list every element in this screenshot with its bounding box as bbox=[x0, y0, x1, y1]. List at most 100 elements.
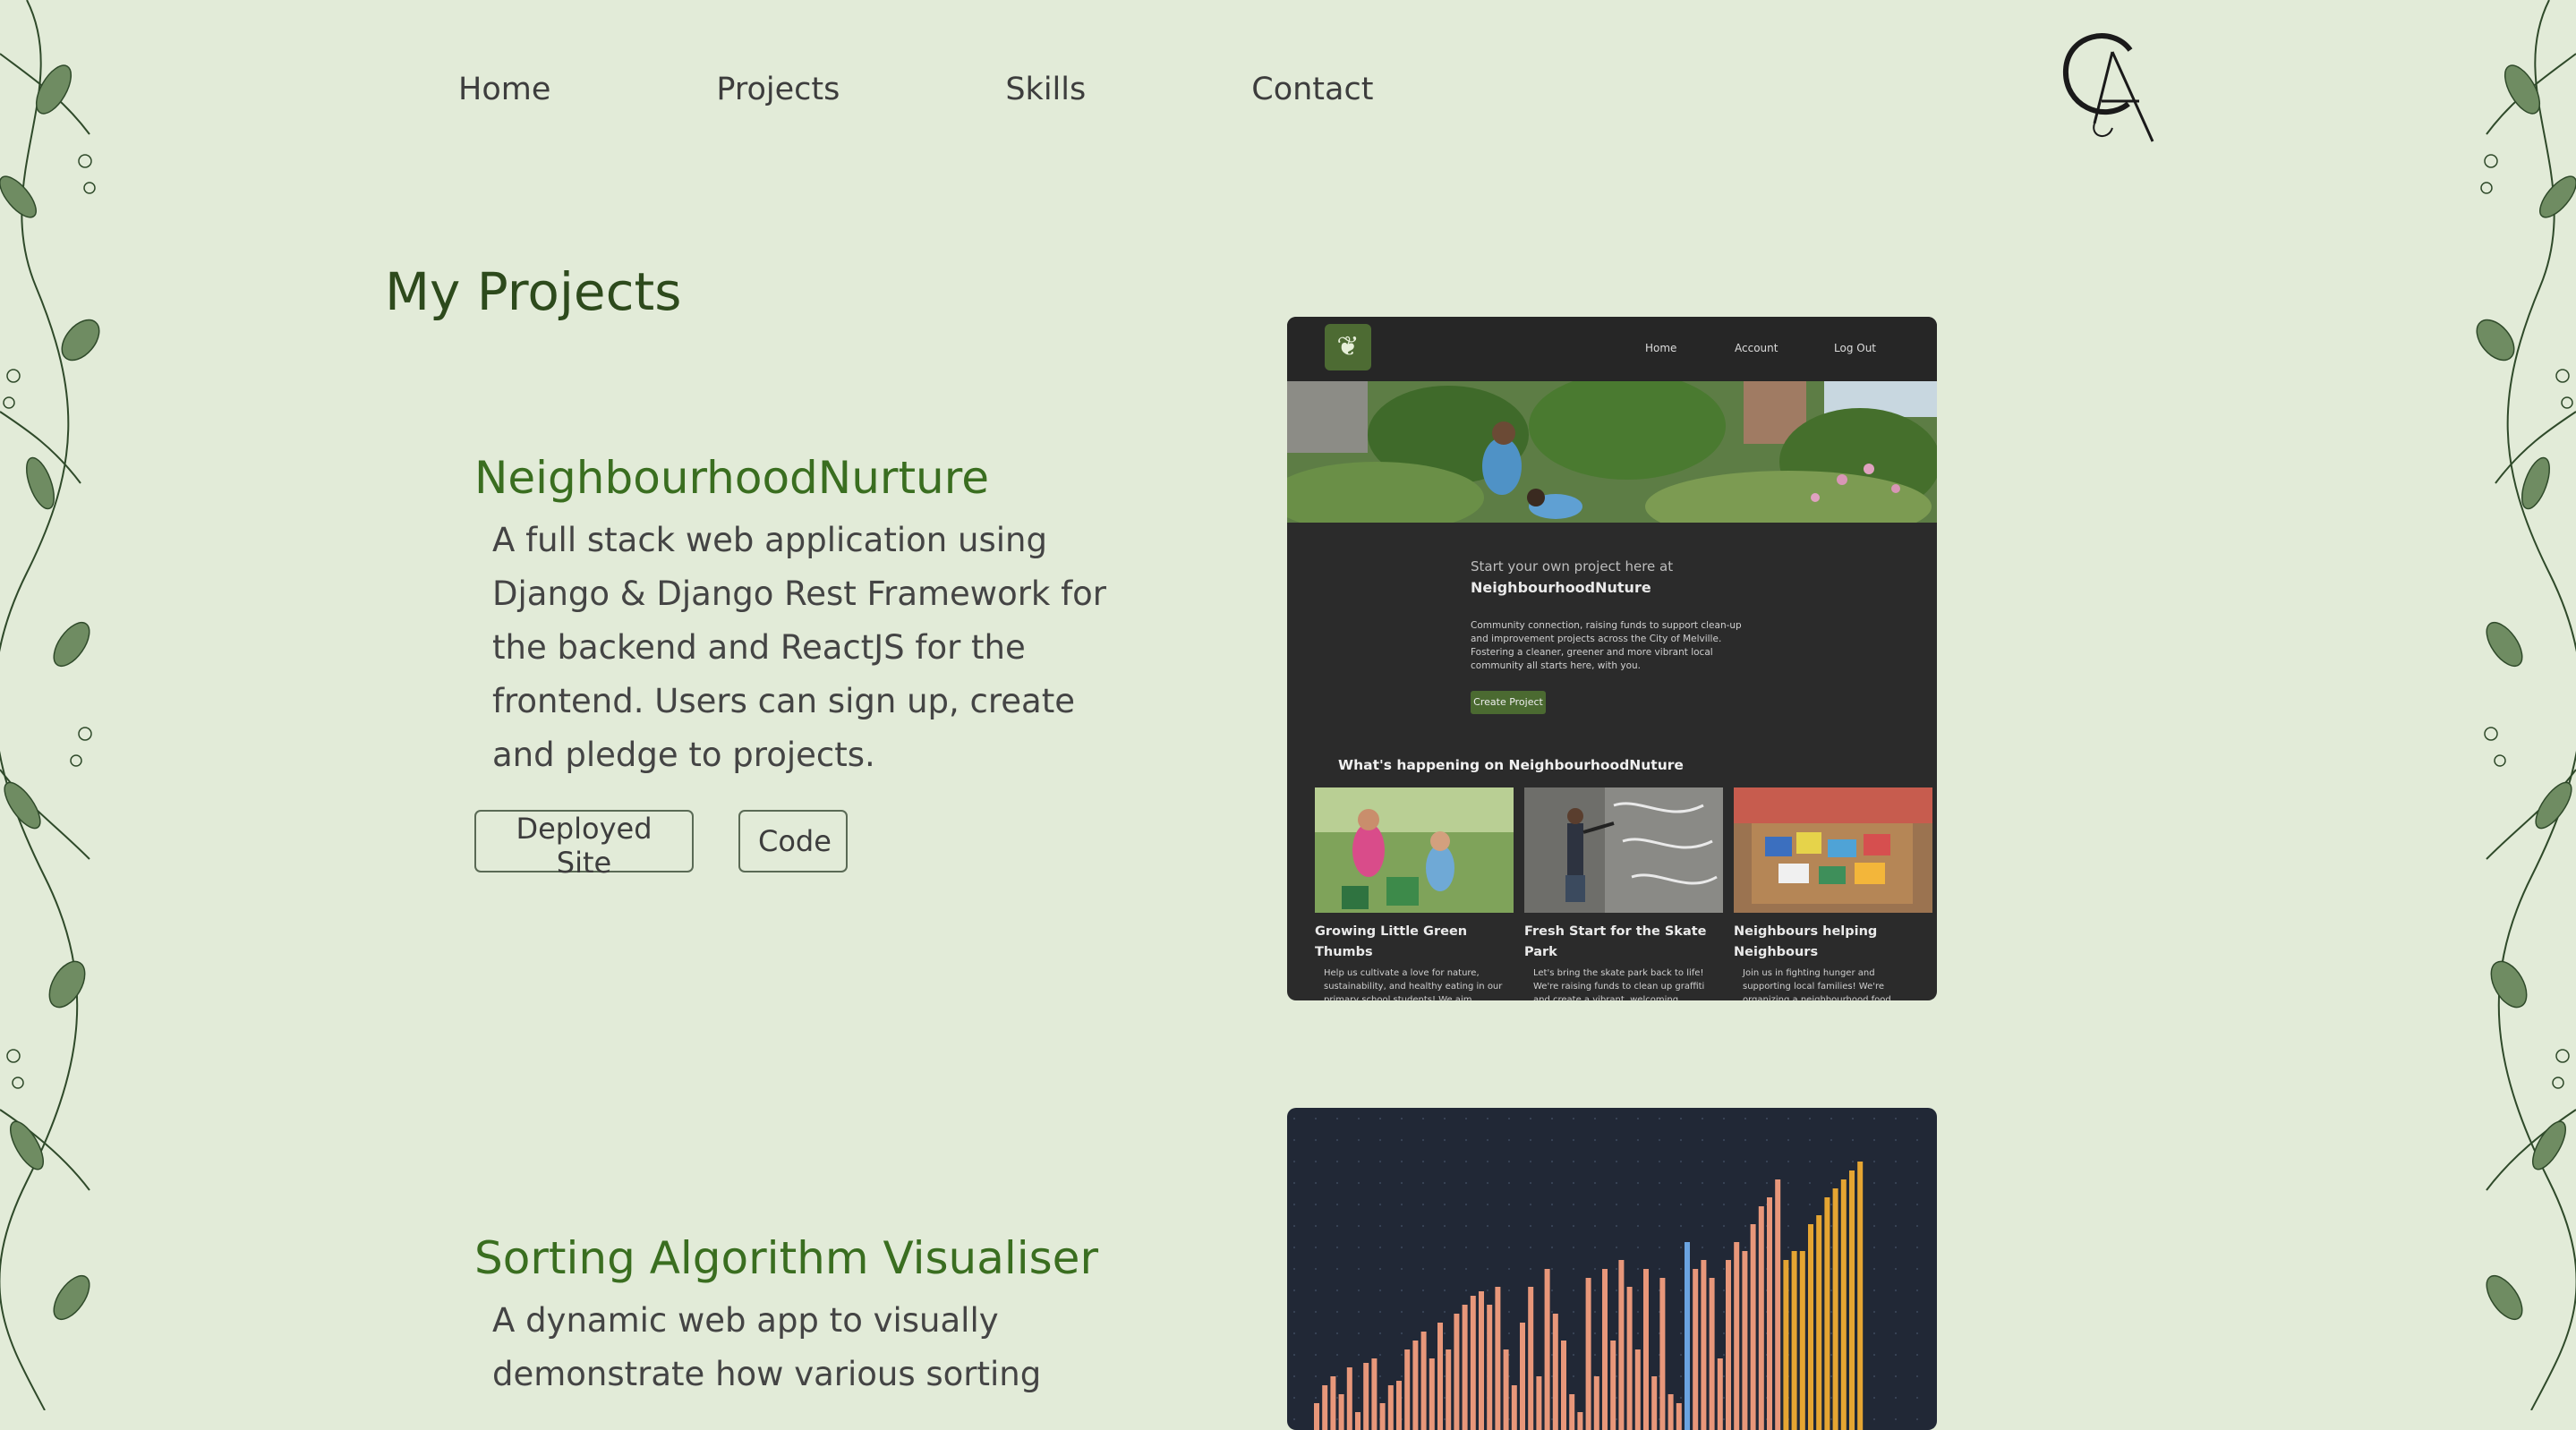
grid-dot bbox=[1894, 1267, 1898, 1271]
sort-bar bbox=[1668, 1394, 1674, 1430]
grid-dot bbox=[1314, 1310, 1318, 1314]
grid-dot bbox=[1292, 1353, 1296, 1357]
nav-link-projects[interactable]: Projects bbox=[716, 72, 840, 107]
grid-dot bbox=[1314, 1267, 1318, 1271]
grid-dot bbox=[1335, 1246, 1339, 1249]
sort-bar bbox=[1462, 1305, 1468, 1430]
sorting-visualiser-screenshot[interactable] bbox=[1287, 1108, 1937, 1430]
screenshot-card-title: Fresh Start for the Skate Park bbox=[1524, 924, 1707, 959]
grid-dot bbox=[1636, 1267, 1640, 1271]
sort-bar bbox=[1808, 1224, 1813, 1430]
sort-bar bbox=[1454, 1314, 1460, 1430]
nav-link-skills[interactable]: Skills bbox=[1005, 72, 1086, 107]
grid-dot bbox=[1701, 1224, 1704, 1228]
grid-dot bbox=[1894, 1203, 1898, 1206]
grid-dot bbox=[1615, 1417, 1618, 1421]
grid-dot bbox=[1314, 1138, 1318, 1142]
sort-bar bbox=[1429, 1358, 1435, 1430]
grid-dot bbox=[1464, 1224, 1468, 1228]
grid-dot bbox=[1378, 1246, 1382, 1249]
grid-dot bbox=[1529, 1267, 1532, 1271]
grid-dot bbox=[1529, 1138, 1532, 1142]
grid-dot bbox=[1830, 1224, 1833, 1228]
grid-dot bbox=[1830, 1289, 1833, 1292]
grid-dot bbox=[1658, 1138, 1661, 1142]
nav-link-home[interactable]: Home bbox=[458, 72, 550, 107]
grid-dot bbox=[1443, 1396, 1446, 1400]
screenshot-nav-logout: Log Out bbox=[1834, 342, 1877, 354]
grid-dot bbox=[1335, 1138, 1339, 1142]
sort-bar bbox=[1503, 1349, 1509, 1430]
grid-dot bbox=[1744, 1246, 1747, 1249]
grid-dot bbox=[1679, 1181, 1683, 1185]
grid-dot bbox=[1314, 1224, 1318, 1228]
grid-dot bbox=[1464, 1138, 1468, 1142]
code-button[interactable]: Code bbox=[738, 810, 848, 872]
grid-dot bbox=[1894, 1396, 1898, 1400]
grid-dot bbox=[1400, 1181, 1403, 1185]
grid-dot bbox=[1421, 1289, 1425, 1292]
grid-dot bbox=[1464, 1117, 1468, 1120]
grid-dot bbox=[1378, 1138, 1382, 1142]
grid-dot bbox=[1872, 1160, 1876, 1163]
grid-dot bbox=[1464, 1246, 1468, 1249]
grid-dot bbox=[1357, 1181, 1361, 1185]
grid-dot bbox=[1335, 1267, 1339, 1271]
grid-dot bbox=[1486, 1246, 1489, 1249]
neighbourhood-nurture-screenshot[interactable]: ❦ Home Account Log Out Start your own pr… bbox=[1287, 317, 1937, 1000]
grid-dot bbox=[1550, 1375, 1554, 1378]
grid-dot bbox=[1335, 1332, 1339, 1335]
grid-dot bbox=[1464, 1203, 1468, 1206]
grid-dot bbox=[1486, 1203, 1489, 1206]
grid-dot bbox=[1507, 1117, 1511, 1120]
nav-link-contact[interactable]: Contact bbox=[1251, 72, 1373, 107]
sprout-logo-icon: ❦ bbox=[1325, 324, 1371, 370]
grid-dot bbox=[1701, 1203, 1704, 1206]
grid-dot bbox=[1830, 1138, 1833, 1142]
grid-dot bbox=[1615, 1203, 1618, 1206]
sort-bar bbox=[1742, 1251, 1748, 1430]
grid-dot bbox=[1550, 1203, 1554, 1206]
grid-dot bbox=[1915, 1138, 1919, 1142]
grid-dot bbox=[1443, 1203, 1446, 1206]
ca-monogram-logo[interactable] bbox=[2059, 25, 2166, 150]
grid-dot bbox=[1915, 1117, 1919, 1120]
sort-bar bbox=[1717, 1358, 1723, 1430]
grid-dot bbox=[1872, 1224, 1876, 1228]
grid-dot bbox=[1593, 1203, 1597, 1206]
grid-dot bbox=[1378, 1267, 1382, 1271]
grid-dot bbox=[1872, 1375, 1876, 1378]
grid-dot bbox=[1335, 1224, 1339, 1228]
grid-dot bbox=[1357, 1375, 1361, 1378]
deployed-site-button[interactable]: Deployed Site bbox=[474, 810, 694, 880]
sort-bar bbox=[1355, 1412, 1361, 1430]
sorting-bars-graphic bbox=[1292, 1117, 1919, 1430]
grid-dot bbox=[1572, 1289, 1575, 1292]
grid-dot bbox=[1722, 1417, 1726, 1421]
grid-dot bbox=[1615, 1375, 1618, 1378]
grid-dot bbox=[1872, 1417, 1876, 1421]
grid-dot bbox=[1335, 1417, 1339, 1421]
grid-dot bbox=[1722, 1138, 1726, 1142]
grid-dot bbox=[1679, 1138, 1683, 1142]
grid-dot bbox=[1915, 1224, 1919, 1228]
grid-dot bbox=[1486, 1160, 1489, 1163]
grid-dot bbox=[1486, 1289, 1489, 1292]
screenshot-card-skate-park: Fresh Start for the Skate Park Let's bri… bbox=[1524, 787, 1723, 1000]
grid-dot bbox=[1572, 1203, 1575, 1206]
vine-decoration-right bbox=[2476, 0, 2576, 1410]
grid-dot bbox=[1808, 1181, 1812, 1185]
sort-bar bbox=[1734, 1242, 1740, 1430]
screenshot-card-desc: Let's bring the skate park back to life!… bbox=[1533, 968, 1705, 1000]
grid-dot bbox=[1550, 1353, 1554, 1357]
grid-dot bbox=[1830, 1246, 1833, 1249]
grid-dot bbox=[1894, 1417, 1898, 1421]
grid-dot bbox=[1486, 1224, 1489, 1228]
grid-dot bbox=[1400, 1375, 1403, 1378]
grid-dot bbox=[1915, 1160, 1919, 1163]
grid-dot bbox=[1830, 1160, 1833, 1163]
grid-dot bbox=[1636, 1160, 1640, 1163]
sort-bar bbox=[1693, 1269, 1699, 1430]
grid-dot bbox=[1679, 1375, 1683, 1378]
grid-dot bbox=[1550, 1138, 1554, 1142]
